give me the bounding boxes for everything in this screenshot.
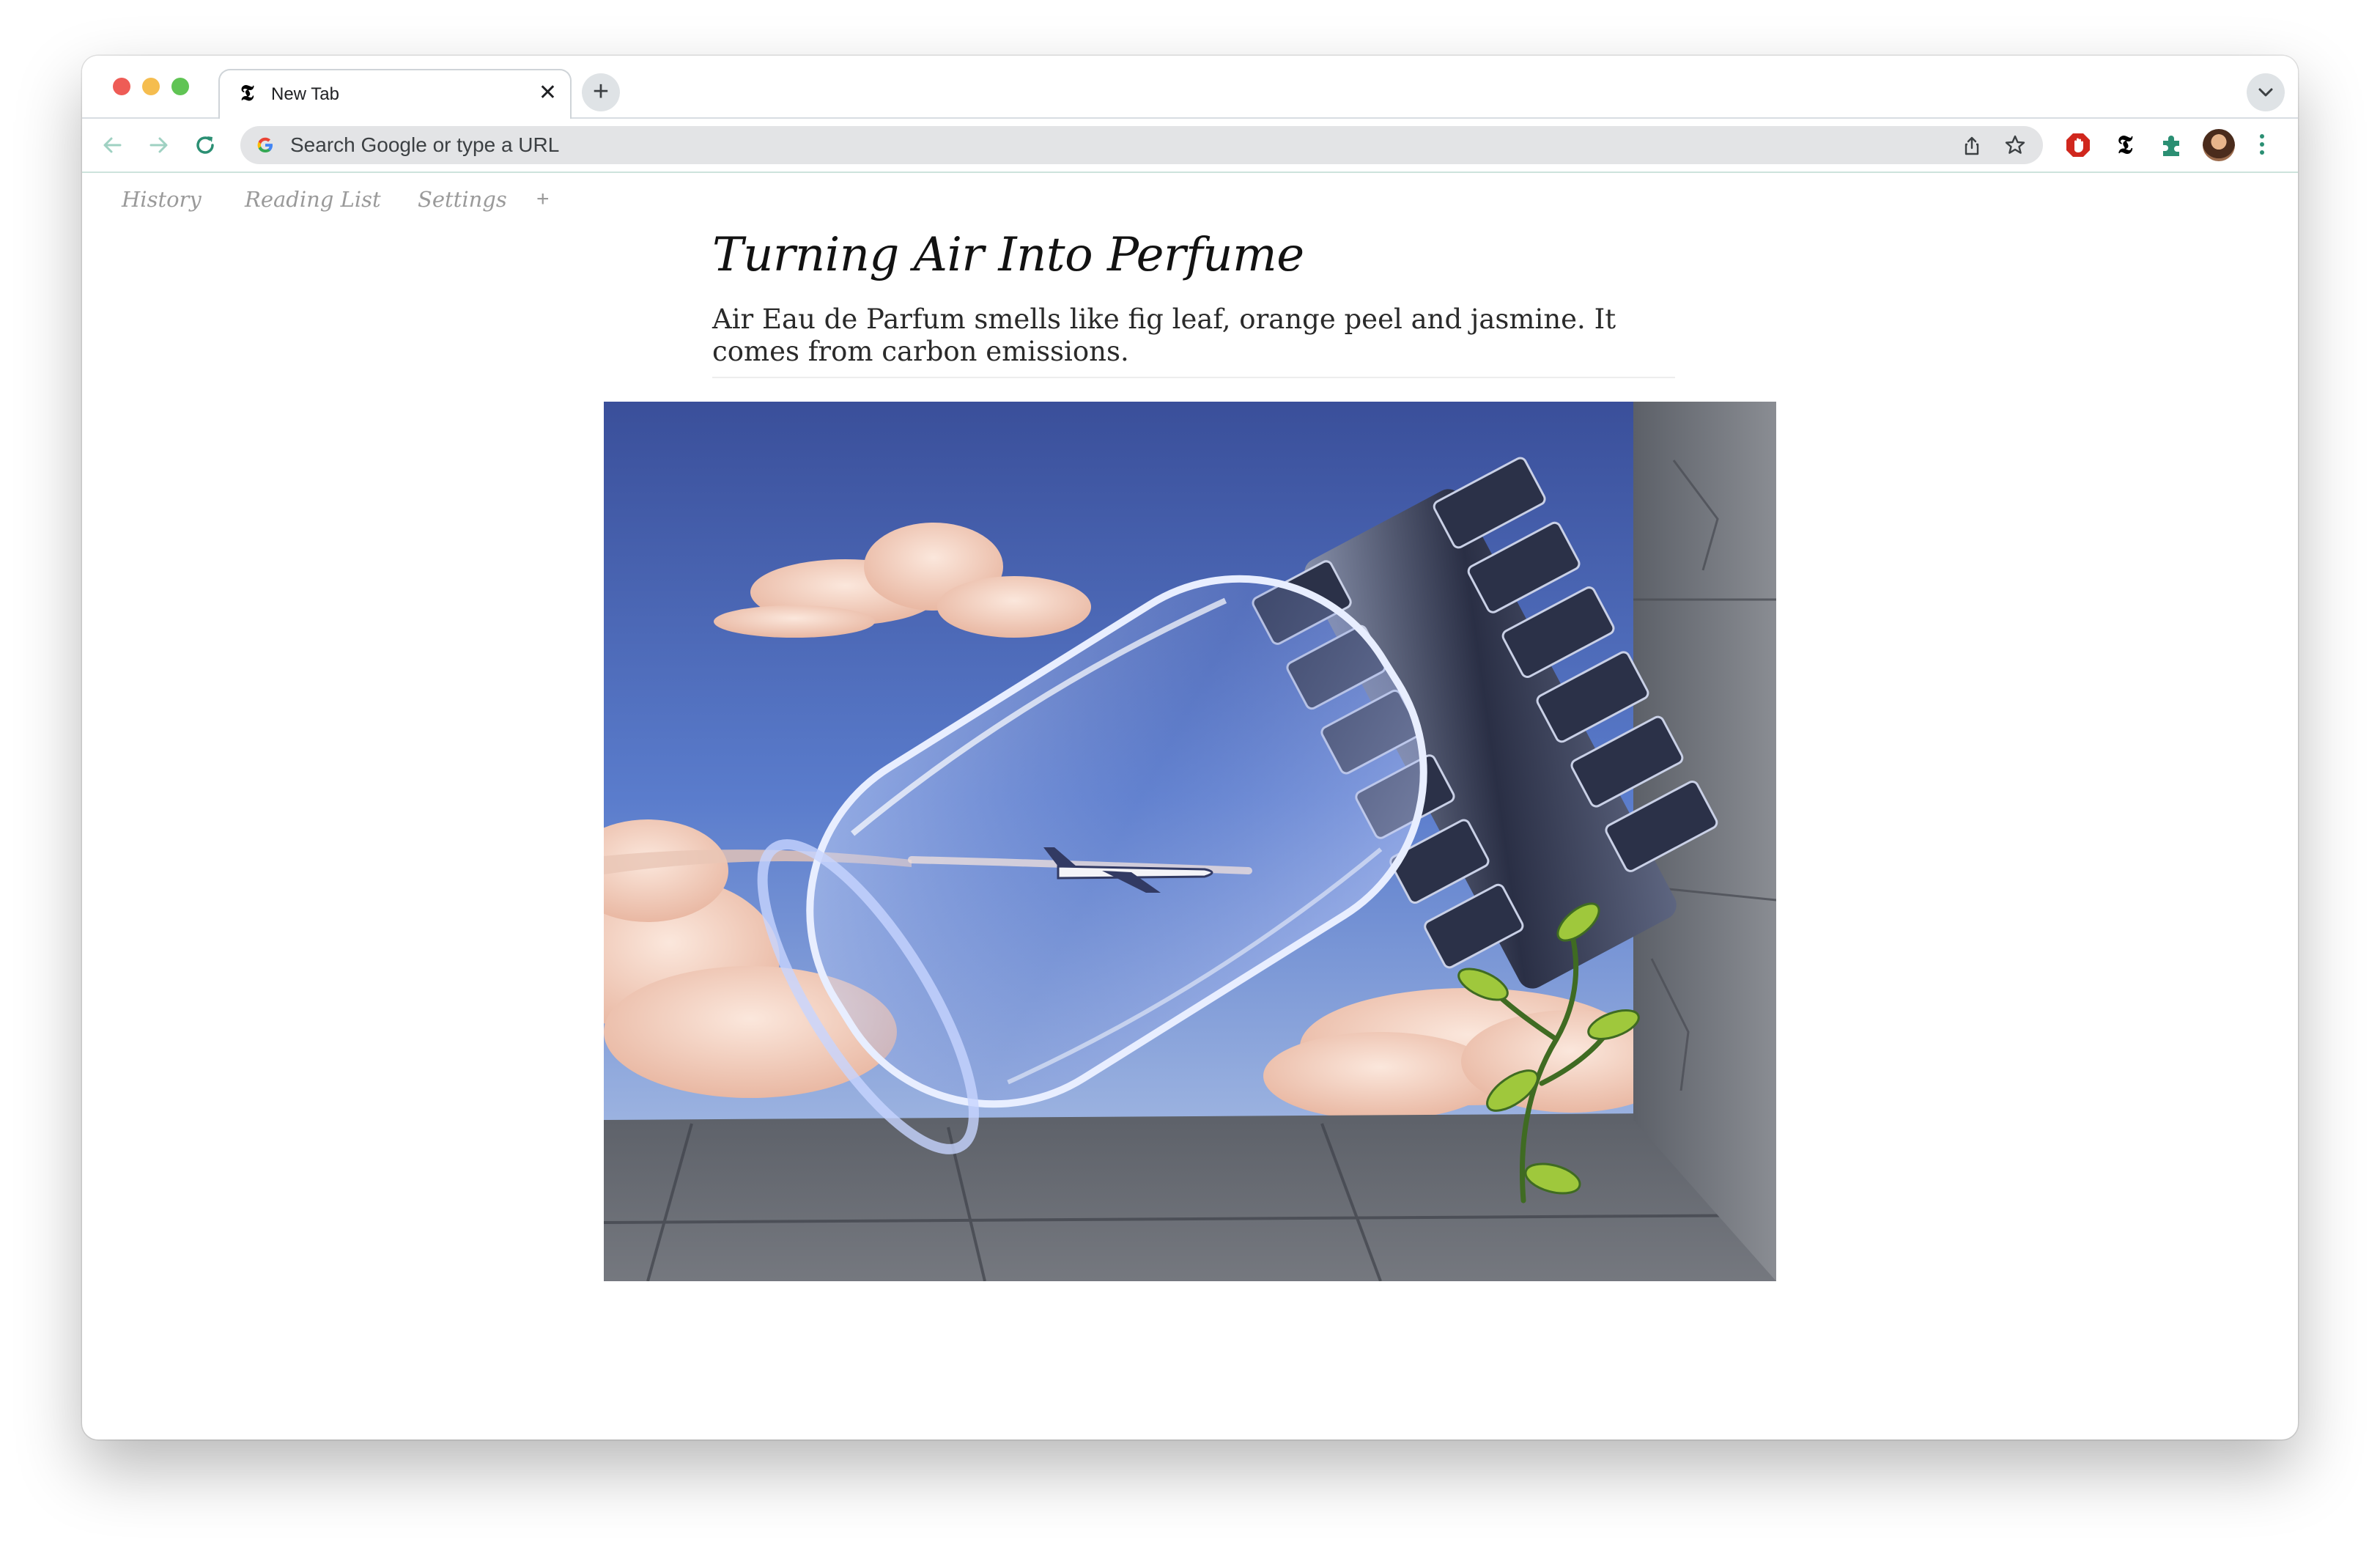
omnibox-placeholder: Search Google or type a URL [290,133,560,156]
reload-icon[interactable] [191,130,220,160]
bookmark-history[interactable]: History [122,186,202,213]
google-g-icon [257,137,273,152]
zoom-window-button[interactable] [171,78,189,95]
bookmarks-bar: History Reading List Settings + [82,173,2298,227]
new-tab-button[interactable]: + [582,73,620,111]
bookmark-reading-list[interactable]: Reading List [245,186,381,213]
kebab-menu-icon[interactable] [2258,132,2266,160]
forward-arrow-icon[interactable] [144,130,173,160]
nyt-favicon-icon: 𝕿 [240,81,254,106]
divider [712,377,1675,378]
bookmark-star-icon[interactable] [2003,133,2027,157]
extensions-puzzle-icon[interactable] [2159,132,2185,158]
close-window-button[interactable] [113,78,130,95]
tab-close-icon[interactable]: ✕ [539,81,557,106]
back-arrow-icon[interactable] [98,130,128,160]
tab-search-button[interactable] [2247,73,2285,111]
tab-title: New Tab [271,84,339,104]
perfume-jar-illustration[interactable] [604,402,1776,1281]
adblock-extension-icon[interactable] [2065,132,2091,158]
profile-avatar[interactable] [2203,129,2235,161]
add-bookmark-button[interactable]: + [536,186,550,213]
chevron-down-icon [2258,88,2273,97]
article-summary: Air Eau de Parfum smells like fig leaf, … [712,303,1616,367]
bookmark-settings[interactable]: Settings [418,186,507,213]
browser-window: 𝕿 New Tab ✕ + Search Google or type a UR… [82,56,2298,1440]
nyt-extension-icon[interactable]: 𝕿 [2112,132,2138,158]
address-bar[interactable]: Search Google or type a URL [240,126,2043,164]
minimize-window-button[interactable] [142,78,160,95]
toolbar: Search Google or type a URL 𝕿 [82,119,2298,173]
article-headline[interactable]: Turning Air Into Perfume [712,226,1304,284]
tab-active[interactable]: 𝕿 New Tab ✕ [218,69,572,119]
share-icon[interactable] [1961,135,1983,157]
tab-strip: 𝕿 New Tab ✕ + [82,56,2298,119]
